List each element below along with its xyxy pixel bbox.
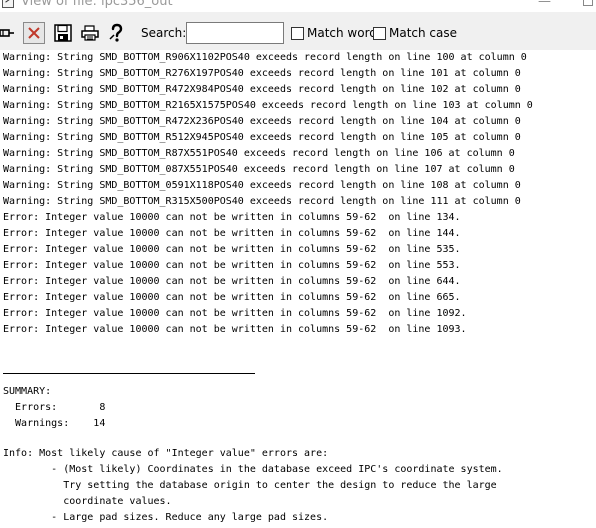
info-line: Try setting the database origin to cente… bbox=[3, 480, 497, 491]
print-button[interactable] bbox=[79, 22, 101, 44]
info-line: Info: Most likely cause of "Integer valu… bbox=[3, 448, 329, 459]
separator-line bbox=[3, 373, 255, 374]
summary-errors: Errors: 8 bbox=[3, 402, 106, 413]
error-line: Error: Integer value 10000 can not be wr… bbox=[3, 228, 461, 239]
warning-line: Warning: String SMD_BOTTOM_R315X500POS40… bbox=[3, 196, 521, 207]
match-case-label[interactable]: Match case bbox=[389, 26, 457, 40]
maximize-button[interactable] bbox=[583, 0, 593, 6]
log-output[interactable]: Warning: String SMD_BOTTOM_R906X1102POS4… bbox=[0, 50, 596, 528]
search-label: Search: bbox=[141, 26, 187, 40]
warning-line: Warning: String SMD_BOTTOM_R472X236POS40… bbox=[3, 116, 521, 127]
match-case-checkbox[interactable] bbox=[373, 27, 386, 40]
error-line: Error: Integer value 10000 can not be wr… bbox=[3, 308, 467, 319]
close-button[interactable] bbox=[23, 22, 45, 44]
summary-warnings: Warnings: 14 bbox=[3, 418, 106, 429]
error-line: Error: Integer value 10000 can not be wr… bbox=[3, 260, 461, 271]
help-button[interactable] bbox=[106, 22, 128, 44]
save-button[interactable] bbox=[52, 22, 74, 44]
warning-line: Warning: String SMD_BOTTOM_R87X551POS40 … bbox=[3, 148, 515, 159]
close-icon bbox=[28, 27, 40, 39]
warning-line: Warning: String SMD_BOTTOM_R512X945POS40… bbox=[3, 132, 521, 143]
info-line: - Large pad sizes. Reduce any large pad … bbox=[3, 512, 329, 523]
warning-line: Warning: String SMD_BOTTOM_R906X1102POS4… bbox=[3, 52, 527, 63]
match-word-checkbox[interactable] bbox=[291, 27, 304, 40]
minimize-button[interactable]: — bbox=[538, 0, 551, 9]
warning-line: Warning: String SMD_BOTTOM_087X551POS40 … bbox=[3, 164, 515, 175]
toolbar: Search: Match word Match case bbox=[0, 12, 596, 51]
window-title: View of file: ipc356_out bbox=[21, 0, 173, 9]
file-viewer-window: View of file: ipc356_out — Search: Match… bbox=[0, 0, 596, 528]
save-icon bbox=[54, 24, 72, 42]
error-line: Error: Integer value 10000 can not be wr… bbox=[3, 292, 461, 303]
match-word-label[interactable]: Match word bbox=[307, 26, 377, 40]
warning-line: Warning: String SMD_BOTTOM_R276X197POS40… bbox=[3, 68, 521, 79]
error-line: Error: Integer value 10000 can not be wr… bbox=[3, 244, 461, 255]
error-line: Error: Integer value 10000 can not be wr… bbox=[3, 212, 461, 223]
app-icon bbox=[2, 0, 14, 8]
dock-button[interactable] bbox=[0, 22, 18, 44]
error-line: Error: Integer value 10000 can not be wr… bbox=[3, 324, 467, 335]
print-icon bbox=[81, 25, 99, 41]
warning-line: Warning: String SMD_BOTTOM_0591X118POS40… bbox=[3, 180, 521, 191]
summary-heading: SUMMARY: bbox=[3, 386, 52, 397]
help-icon bbox=[109, 23, 123, 42]
dock-icon bbox=[0, 29, 14, 37]
error-line: Error: Integer value 10000 can not be wr… bbox=[3, 276, 461, 287]
warning-line: Warning: String SMD_BOTTOM_R472X984POS40… bbox=[3, 84, 521, 95]
title-bar: View of file: ipc356_out — bbox=[0, 0, 596, 12]
info-line: coordinate values. bbox=[3, 496, 172, 507]
warning-line: Warning: String SMD_BOTTOM_R2165X1575POS… bbox=[3, 100, 533, 111]
search-input[interactable] bbox=[186, 22, 284, 44]
info-line: - (Most likely) Coordinates in the datab… bbox=[3, 464, 503, 475]
